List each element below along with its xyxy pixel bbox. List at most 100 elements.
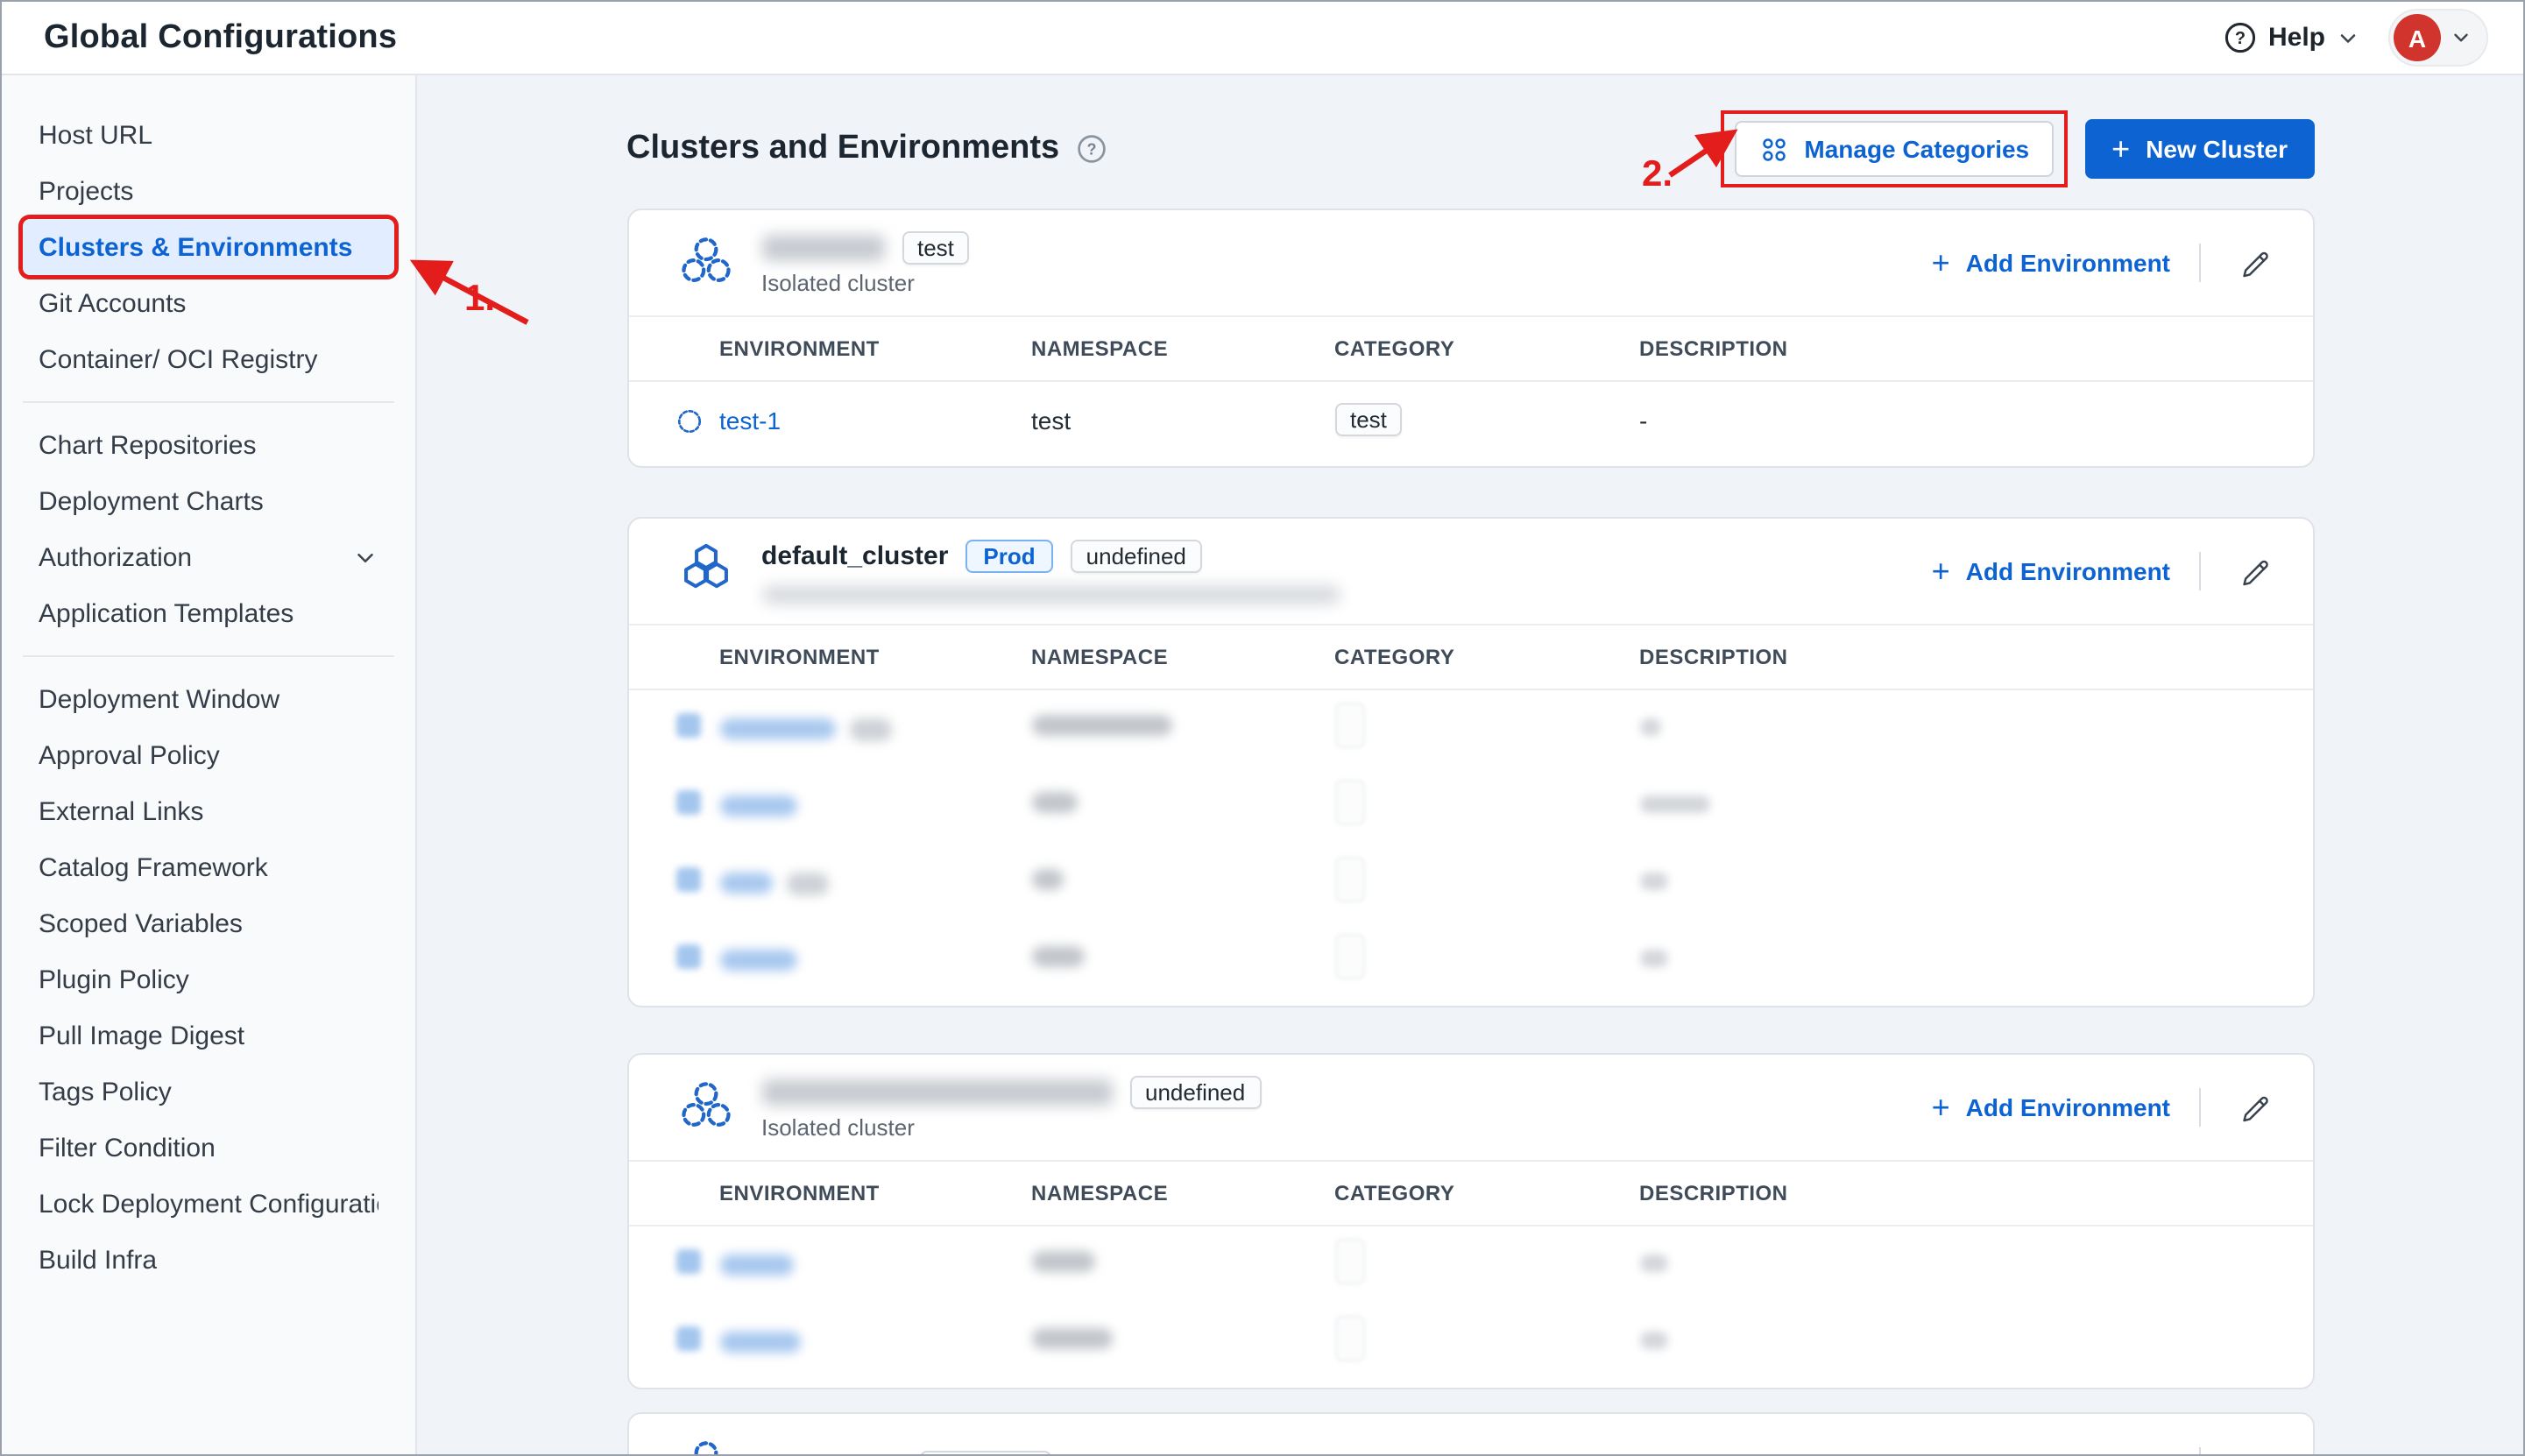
description-redacted	[1639, 1255, 1667, 1272]
svg-text:?: ?	[2236, 29, 2246, 48]
category-chip-redacted	[1334, 1315, 1364, 1361]
add-environment-button[interactable]: Add Environment	[1932, 555, 2170, 587]
sidebar-item-authorization[interactable]: Authorization	[23, 529, 394, 585]
environment-row	[628, 1226, 2312, 1304]
prod-badge: Prod	[965, 539, 1052, 572]
page-scale-wrapper: Global Configurations ? Help A Host URLP…	[0, 0, 2525, 1456]
namespace-redacted	[1031, 1328, 1112, 1349]
isolated-cluster-icon	[674, 1076, 737, 1139]
cluster-subtitle: Isolated cluster	[761, 269, 970, 295]
environment-tag-redacted	[786, 872, 828, 894]
sidebar-item-tags-policy[interactable]: Tags Policy	[23, 1064, 394, 1120]
new-cluster-button[interactable]: New Cluster	[2085, 119, 2314, 179]
sidebar-item-projects[interactable]: Projects	[23, 163, 394, 219]
namespace-redacted	[1031, 946, 1084, 967]
category-chip-redacted	[1334, 856, 1364, 901]
cluster-name: default_cluster	[761, 541, 948, 570]
environment-row	[628, 1304, 2312, 1381]
app-title: Global Configurations	[44, 18, 397, 57]
plus-icon	[1932, 1092, 1950, 1123]
sidebar-item-build-infra[interactable]: Build Infra	[23, 1232, 394, 1288]
chevron-down-icon	[2336, 25, 2360, 50]
sidebar-item-deployment-window[interactable]: Deployment Window	[23, 671, 394, 727]
cluster-list: testIsolated clusterAdd EnvironmentENVIR…	[626, 209, 2314, 1456]
cluster-category-tag: undefined	[921, 1450, 1052, 1456]
sidebar: Host URLProjectsClusters & EnvironmentsG…	[2, 75, 417, 1456]
sidebar-item-external-links[interactable]: External Links	[23, 783, 394, 839]
sidebar-item-application-templates[interactable]: Application Templates	[23, 585, 394, 641]
help-circle-icon[interactable]: ?	[1075, 133, 1107, 165]
cluster-card-header: default_cluster Prod undefined Add Environm…	[628, 519, 2312, 626]
plus-icon	[1932, 1451, 1950, 1456]
sidebar-item-filter-condition[interactable]: Filter Condition	[23, 1120, 394, 1176]
column-header: ENVIRONMENT	[719, 336, 1031, 361]
environment-icon	[674, 406, 719, 435]
svg-text:?: ?	[1086, 140, 1096, 158]
description-cell: -	[1639, 406, 2277, 435]
environments-table-header: ENVIRONMENTNAMESPACECATEGORYDESCRIPTION	[628, 317, 2312, 382]
sidebar-item-host-url[interactable]: Host URL	[23, 107, 394, 163]
help-label: Help	[2268, 23, 2325, 53]
description-redacted	[1639, 718, 1660, 736]
cluster-category-tag: undefined	[1129, 1075, 1261, 1108]
column-header: ENVIRONMENT	[719, 645, 1031, 669]
user-menu[interactable]: A	[2388, 9, 2488, 67]
sidebar-item-scoped-variables[interactable]: Scoped Variables	[23, 895, 394, 951]
sidebar-item-lock-deployment-configuration[interactable]: Lock Deployment Configuration	[23, 1176, 394, 1232]
column-header: CATEGORY	[1334, 336, 1639, 361]
column-header: NAMESPACE	[1031, 336, 1334, 361]
top-bar: Global Configurations ? Help A	[2, 2, 2523, 75]
cluster-subtitle: Isolated cluster	[761, 1113, 1261, 1140]
environment-link[interactable]: test-1	[719, 406, 1031, 435]
environment-link-redacted	[719, 950, 796, 971]
add-environment-button[interactable]: Add Environment	[1932, 1092, 2170, 1123]
cluster-category-tag: undefined	[1071, 539, 1202, 572]
edit-cluster-pencil-icon[interactable]	[2228, 1451, 2277, 1456]
add-environment-button[interactable]: Add Environment	[1932, 1451, 2170, 1456]
edit-cluster-pencil-icon[interactable]	[2228, 1092, 2277, 1123]
sidebar-item-catalog-framework[interactable]: Catalog Framework	[23, 839, 394, 895]
category-chip-redacted	[1334, 779, 1364, 824]
environment-icon-redacted	[675, 944, 700, 968]
environment-row	[628, 690, 2312, 767]
cluster-card-header: testIsolated clusterAdd Environment	[628, 210, 2312, 317]
cluster-card: test-clusterundefinedAdd Environment	[626, 1412, 2314, 1456]
description-redacted	[1639, 950, 1667, 967]
sidebar-item-container-oci-registry[interactable]: Container/ OCI Registry	[23, 331, 394, 387]
plus-icon	[1932, 555, 1950, 587]
help-menu[interactable]: ? Help	[2224, 21, 2360, 54]
annotation-box-manage-categories: Manage Categories	[1720, 110, 2068, 187]
sidebar-divider	[23, 401, 394, 403]
main-panel: Clusters and Environments ? Manage Categ…	[417, 75, 2523, 1456]
sidebar-item-plugin-policy[interactable]: Plugin Policy	[23, 951, 394, 1007]
edit-cluster-pencil-icon[interactable]	[2228, 247, 2277, 279]
sidebar-item-approval-policy[interactable]: Approval Policy	[23, 727, 394, 783]
sidebar-item-git-accounts[interactable]: Git Accounts	[23, 275, 394, 331]
edit-cluster-pencil-icon[interactable]	[2228, 555, 2277, 587]
app-window: Global Configurations ? Help A Host URLP…	[0, 0, 2525, 1456]
cluster-card-header: undefined Isolated cluster Add Environment	[628, 1055, 2312, 1162]
sidebar-item-clusters-and-environments[interactable]: Clusters & Environments	[23, 219, 394, 275]
environments-table-header: ENVIRONMENTNAMESPACECATEGORYDESCRIPTION	[628, 626, 2312, 690]
namespace-redacted	[1031, 1251, 1094, 1272]
chevron-down-icon	[2450, 26, 2472, 49]
column-header: CATEGORY	[1334, 645, 1639, 669]
column-header: NAMESPACE	[1031, 645, 1334, 669]
cluster-name-redacted	[761, 1078, 1112, 1105]
plus-icon	[1932, 247, 1950, 279]
column-header: DESCRIPTION	[1639, 1181, 2277, 1205]
divider	[2198, 1447, 2200, 1456]
manage-categories-button[interactable]: Manage Categories	[1734, 121, 2054, 177]
description-redacted	[1639, 1332, 1667, 1349]
sidebar-item-pull-image-digest[interactable]: Pull Image Digest	[23, 1007, 394, 1064]
description-redacted	[1639, 795, 1709, 813]
cluster-card-header: test-clusterundefinedAdd Environment	[628, 1414, 2312, 1456]
sidebar-item-deployment-charts[interactable]: Deployment Charts	[23, 473, 394, 529]
sidebar-item-chart-repositories[interactable]: Chart Repositories	[23, 417, 394, 473]
category-chip-redacted	[1334, 933, 1364, 979]
environment-link-redacted	[719, 1255, 793, 1276]
environment-tag-redacted	[849, 717, 891, 740]
environment-icon-redacted	[675, 866, 700, 891]
add-environment-button[interactable]: Add Environment	[1932, 247, 2170, 279]
environment-link-redacted	[719, 795, 796, 816]
